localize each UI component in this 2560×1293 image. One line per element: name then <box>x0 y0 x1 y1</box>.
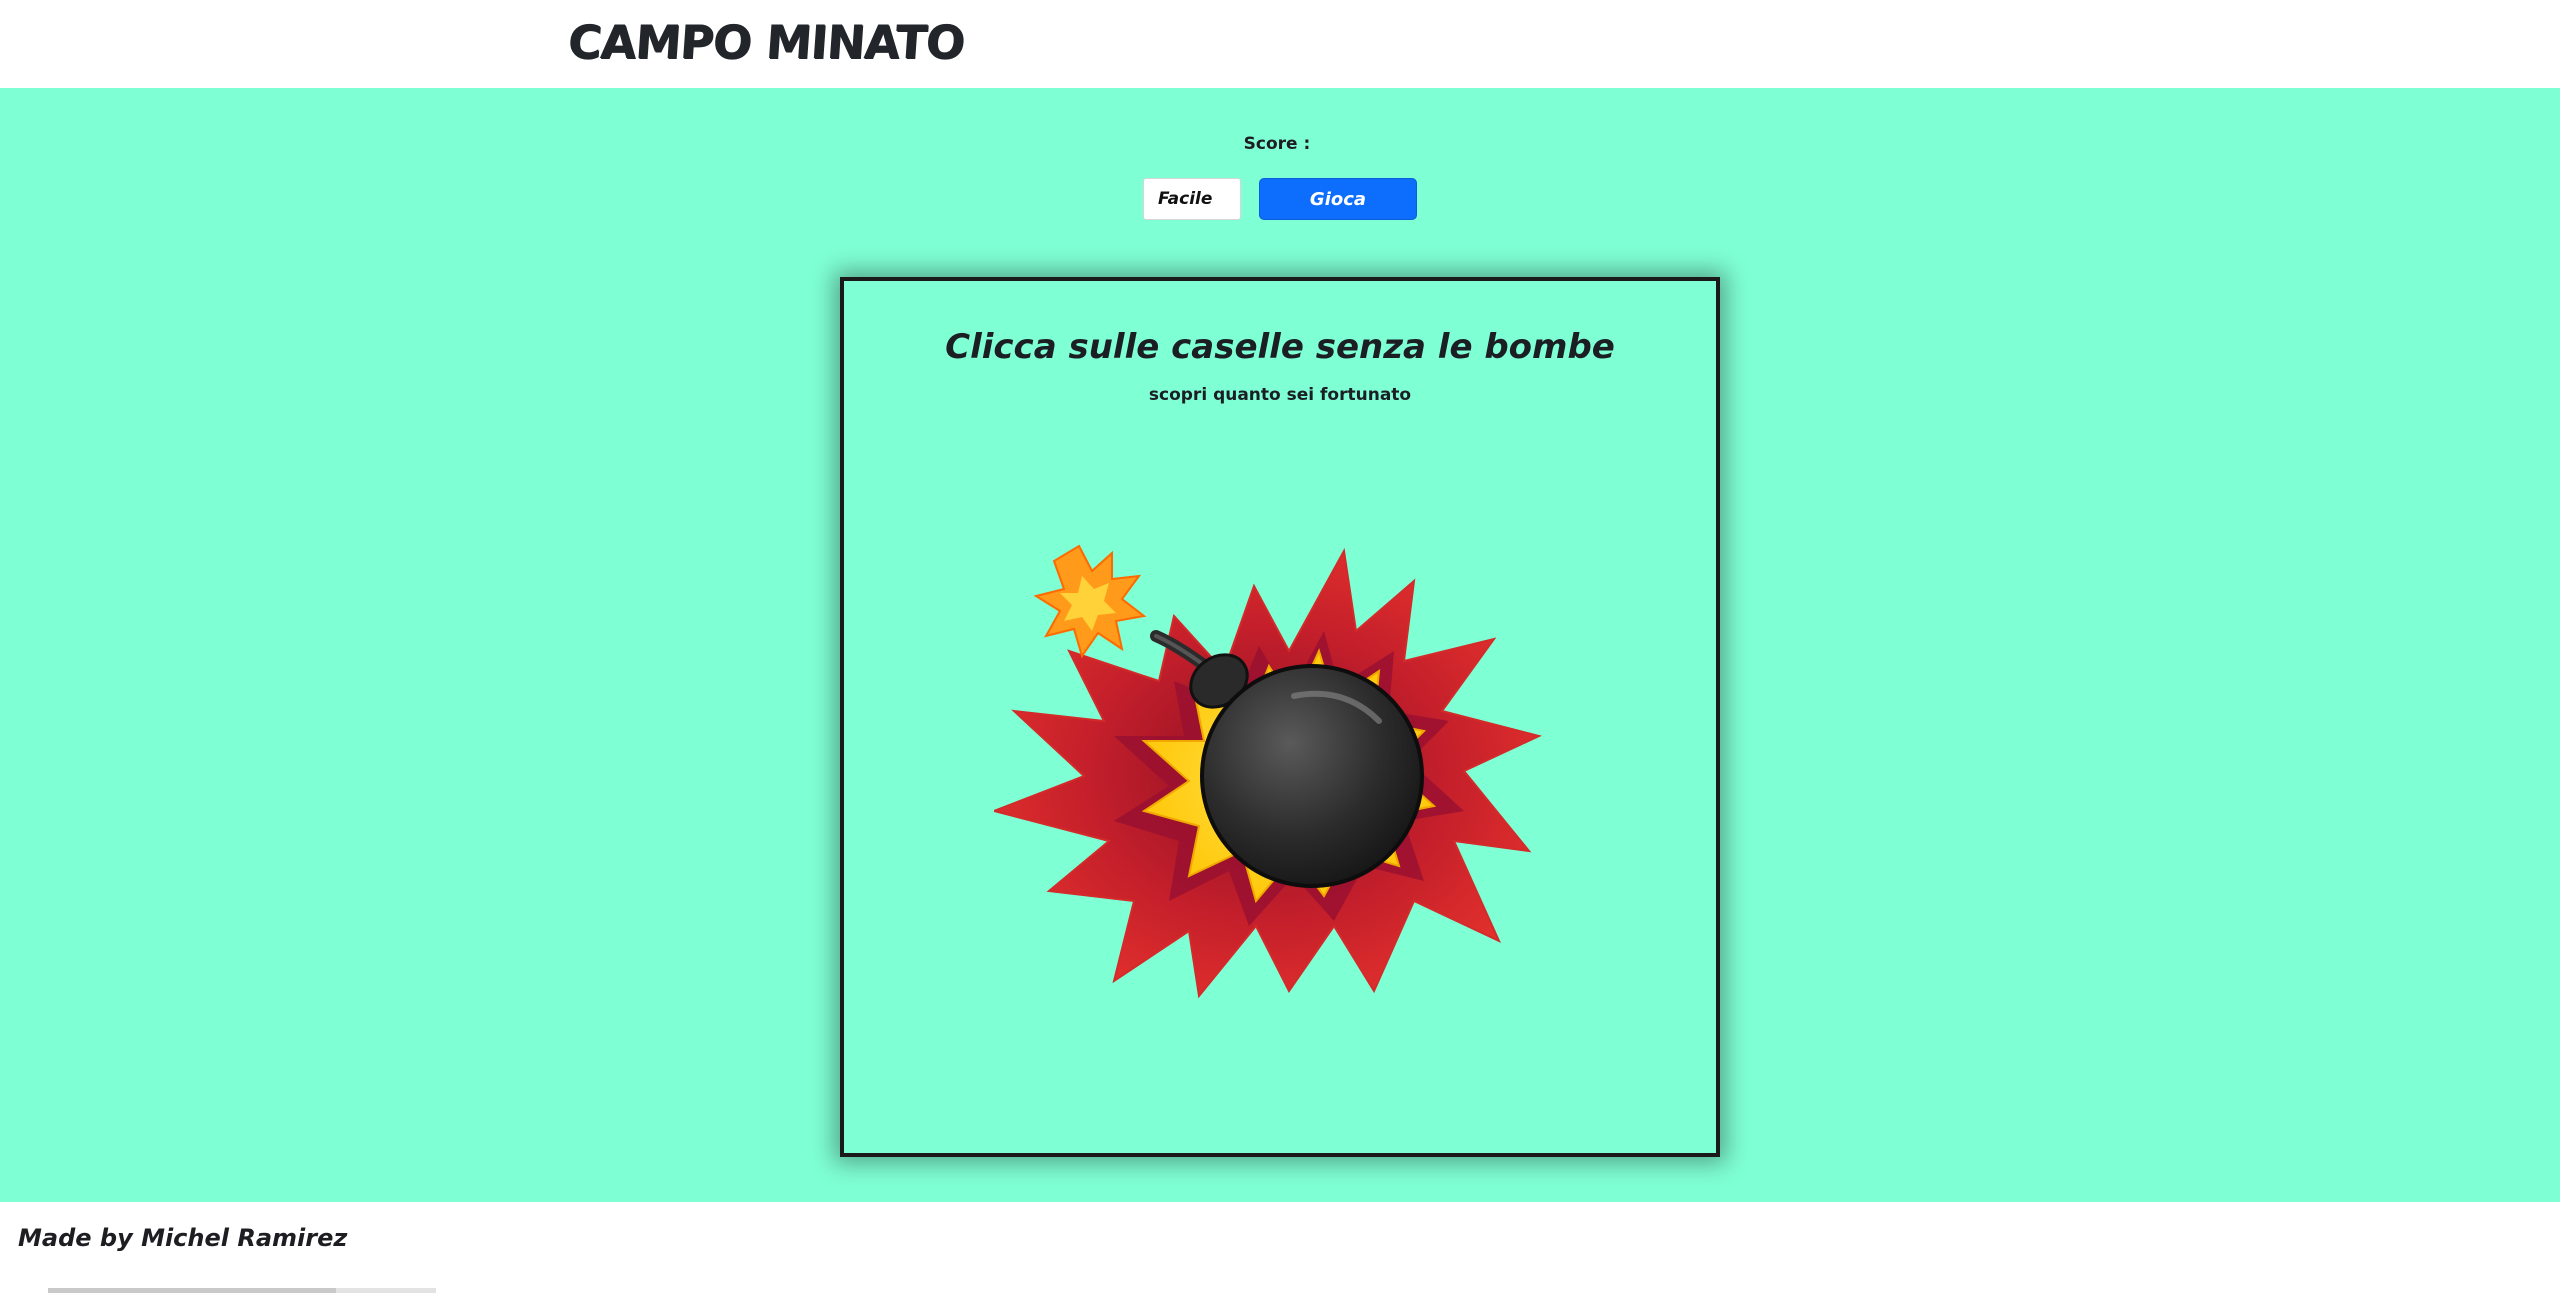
board-subtitle: scopri quanto sei fortunato <box>1148 385 1412 405</box>
top-bar: CAMPO MINATO <box>0 0 2560 88</box>
page: CAMPO MINATO Score : Facile Gioca Clicca… <box>0 0 2560 1293</box>
difficulty-select[interactable]: Facile <box>1143 178 1241 220</box>
bomb-explosion-icon <box>994 544 1542 999</box>
score-label: Score : <box>1243 134 1311 154</box>
board-title: Clicca sulle caselle senza le bombe <box>945 327 1615 367</box>
app-title: CAMPO MINATO <box>566 15 966 69</box>
horizontal-scrollbar-track[interactable] <box>336 1288 436 1293</box>
difficulty-selected-value: Facile <box>1158 189 1213 209</box>
main-area: Score : Facile Gioca Clicca sulle casell… <box>0 88 2560 1202</box>
game-controls: Facile Gioca <box>0 178 2560 220</box>
score-display: Score : <box>0 134 2560 154</box>
horizontal-scrollbar-thumb[interactable] <box>48 1288 336 1293</box>
footer-credit: Made by Michel Ramirez <box>18 1224 348 1252</box>
game-board[interactable]: Clicca sulle caselle senza le bombe scop… <box>840 277 1720 1157</box>
footer: Made by Michel Ramirez <box>0 1202 2560 1293</box>
play-button[interactable]: Gioca <box>1259 178 1417 220</box>
